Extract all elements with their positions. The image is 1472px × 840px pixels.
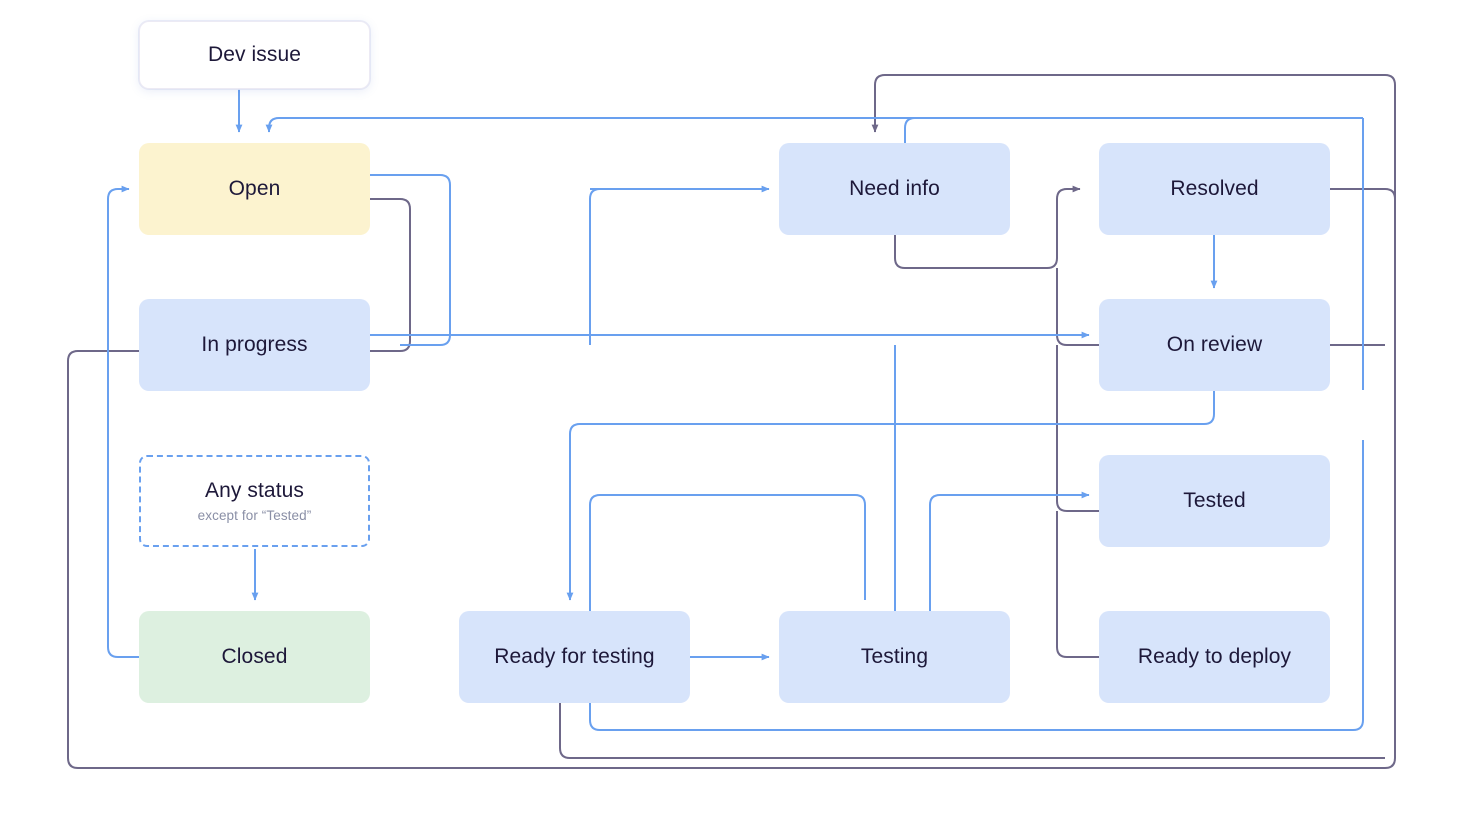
node-label: Any status bbox=[204, 478, 305, 502]
node-need_info[interactable]: Need info bbox=[779, 143, 1010, 235]
node-in_progress[interactable]: In progress bbox=[139, 299, 370, 391]
node-label: Testing bbox=[860, 645, 929, 669]
node-label: Resolved bbox=[1170, 177, 1259, 201]
edge-ready-for-testing-up bbox=[589, 494, 866, 611]
node-tested[interactable]: Tested bbox=[1099, 455, 1330, 547]
node-ready_to_deploy[interactable]: Ready to deploy bbox=[1099, 611, 1330, 703]
node-closed[interactable]: Closed bbox=[139, 611, 370, 703]
edge-closed-to-open bbox=[107, 185, 139, 658]
edge-return-to-open bbox=[265, 117, 1363, 133]
node-label: Ready to deploy bbox=[1137, 645, 1292, 669]
node-label: Ready for testing bbox=[494, 645, 655, 669]
node-label: Closed bbox=[221, 645, 288, 669]
edge-ready-for-testing-bottom-stub bbox=[559, 703, 1385, 759]
node-label: On review bbox=[1166, 333, 1263, 357]
edge-open-to-need-info bbox=[370, 174, 451, 346]
node-label: Dev issue bbox=[207, 43, 302, 67]
workflow-diagram: Dev issue Open In progress Any status except… bbox=[0, 0, 1472, 840]
node-subtitle: except for “Tested” bbox=[197, 508, 312, 523]
node-label: Tested bbox=[1183, 489, 1246, 513]
node-any_status[interactable]: Any status except for “Tested” bbox=[139, 455, 370, 547]
edge-testing-to-tested bbox=[929, 491, 1090, 611]
edge-layer bbox=[67, 74, 1396, 769]
node-open[interactable]: Open bbox=[139, 143, 370, 235]
node-testing[interactable]: Testing bbox=[779, 611, 1010, 703]
node-label: Need info bbox=[849, 177, 940, 201]
node-label: In progress bbox=[201, 333, 308, 357]
node-label: Open bbox=[228, 177, 281, 201]
edge-bus-to-tested bbox=[1056, 345, 1099, 512]
node-ready_for_testing[interactable]: Ready for testing bbox=[459, 611, 690, 703]
node-resolved[interactable]: Resolved bbox=[1099, 143, 1330, 235]
edge-bus-to-ready-to-deploy bbox=[1056, 511, 1099, 658]
edge-bus-to-on-review bbox=[1056, 268, 1099, 346]
node-dev_issue[interactable]: Dev issue bbox=[139, 21, 370, 89]
edge-resolved-out-right bbox=[1330, 188, 1396, 340]
node-on_review[interactable]: On review bbox=[1099, 299, 1330, 391]
edge-bus-riser-to-need-info bbox=[589, 188, 601, 345]
